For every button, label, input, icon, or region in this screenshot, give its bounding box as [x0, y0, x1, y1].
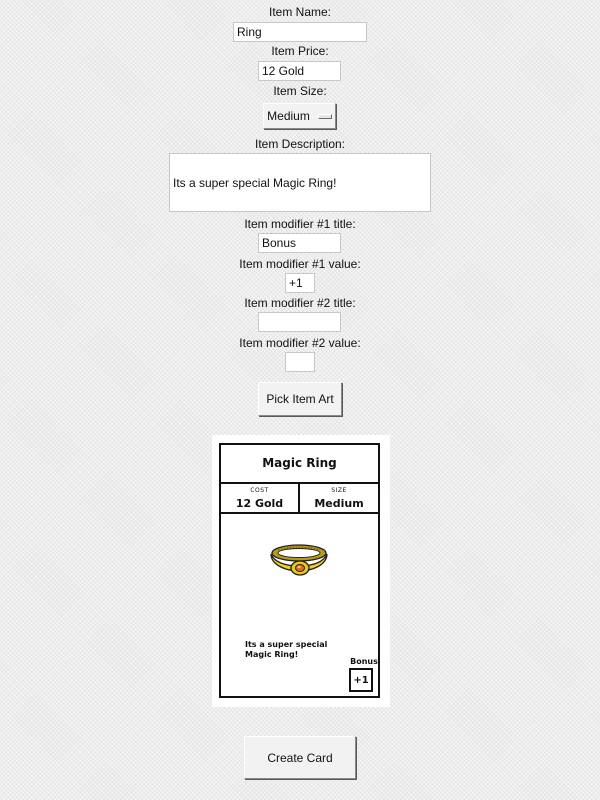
card-modifier-box: +1	[349, 668, 373, 692]
modifier-2-value-input[interactable]	[285, 352, 315, 372]
pick-item-art-button[interactable]: Pick Item Art	[258, 382, 342, 416]
item-size-select[interactable]: Medium	[263, 103, 336, 129]
item-description-label: Item Description:	[254, 137, 346, 151]
modifier-1-title-label: Item modifier #1 title:	[244, 217, 356, 231]
card-preview: Magic Ring COST 12 Gold SIZE Medium Its …	[219, 443, 380, 698]
modifier-1-value-input[interactable]	[285, 273, 315, 293]
card-modifier-title: Bonus	[350, 657, 378, 666]
item-price-input[interactable]	[258, 61, 341, 81]
card-cost-value: 12 Gold	[235, 497, 284, 510]
item-size-value: Medium	[267, 109, 310, 123]
modifier-2-title-input[interactable]	[258, 312, 341, 332]
card-size-cell: SIZE Medium	[300, 484, 378, 512]
create-card-button[interactable]: Create Card	[244, 736, 356, 779]
card-cost-cell: COST 12 Gold	[221, 484, 300, 512]
gold-ring-icon	[270, 544, 328, 576]
item-name-label: Item Name:	[268, 5, 331, 19]
item-price-label: Item Price:	[271, 44, 329, 58]
card-size-value: Medium	[314, 497, 364, 510]
modifier-1-value-label: Item modifier #1 value:	[239, 257, 361, 271]
modifier-2-title-label: Item modifier #2 title:	[244, 296, 356, 310]
item-description-text: Its a super special Magic Ring!	[173, 175, 337, 190]
card-cost-caption: COST	[250, 487, 269, 494]
card-description: Its a super special Magic Ring!	[245, 640, 328, 659]
item-description-textarea[interactable]: Its a super special Magic Ring!	[169, 153, 431, 212]
card-title: Magic Ring	[262, 456, 337, 470]
create-card-label: Create Card	[267, 750, 333, 765]
modifier-1-title-input[interactable]	[258, 233, 341, 253]
item-name-input[interactable]	[233, 22, 367, 42]
card-size-caption: SIZE	[331, 487, 347, 494]
option-menu-indicator-icon	[317, 113, 332, 119]
item-size-label: Item Size:	[273, 84, 327, 98]
card-stats-row: COST 12 Gold SIZE Medium	[221, 484, 378, 514]
card-modifier-value: +1	[353, 674, 369, 686]
pick-item-art-label: Pick Item Art	[266, 392, 334, 406]
modifier-2-value-label: Item modifier #2 value:	[239, 336, 361, 350]
card-title-row: Magic Ring	[221, 445, 378, 484]
